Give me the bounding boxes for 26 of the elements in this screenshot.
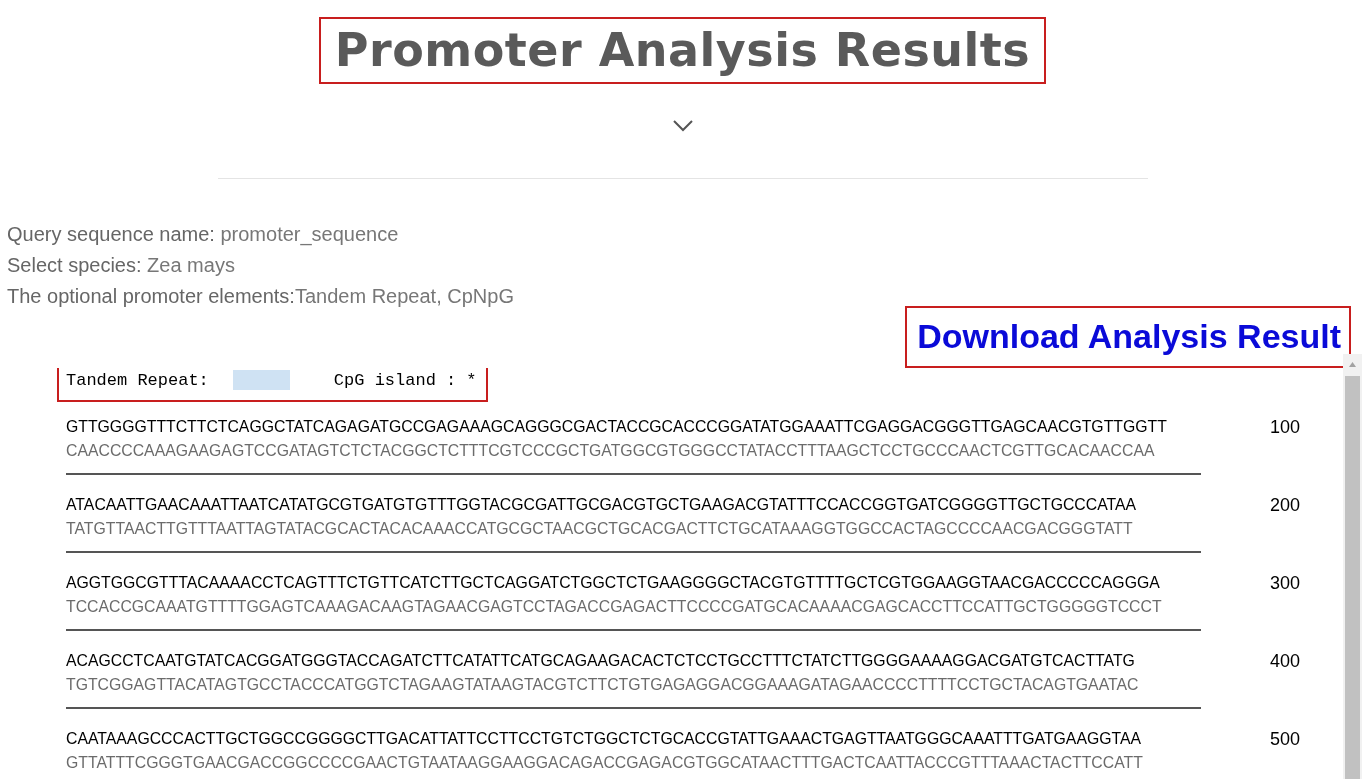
forward-sequence: CAATAAAGCCCACTTGCTGGCCGGGGCTTGACATTATTCCTTCCTGTCTGGCTCTGCACCGTATTGAAACTGAGTTAATGGGCAAATTTGATGAAGGTAA [66,729,1143,749]
download-link[interactable]: Download Analysis Result [905,306,1351,368]
reverse-sequence: TGTCGGAGTTACATAGTGCCTACCCATGGTCTAGAAGTATAAGTACGTCTTCTGTGAGAGGACGGAAAGATAGAACCCCTTTTCCTGCTACAGTGAATAC [66,675,1140,695]
forward-sequence: AGGTGGCGTTTACAAAACCTCAGTTTCTGTTCATCTTGCTCAGGATCTGGCTCTGAAGGGGCTACGTGTTTTGCTCGTGGAAGGTAACGACCCCCAGGGA [66,573,1161,593]
info-line: Select species: Zea mays [7,253,236,278]
reverse-sequence: CAACCCCAAAGAAGAGTCCGATAGTCTCTACGGCTCTTTCGTCCCGCTGATGGCGTGGGCCTATACCTTTAAGCTCCTGCCCAACTCGTTGCACAACCAA [66,441,1156,461]
forward-sequence: ACAGCCTCAATGTATCACGGATGGGTACCAGATCTTCATATTCATGCAGAAGACACTCTCCTGCCTTTCTATCTTGGGGAAAAGGACGATGTCACTTATG [66,651,1136,671]
reverse-sequence: TCCACCGCAAATGTTTTGGAGTCAAAGACAAGTAGAACGAGTCCTAGACCGAGACTTCCCCGATGCACAAAACGAGCACCTTCCATTGCTGGGGGTCCCT [66,597,1163,617]
legend-symbol: * [466,370,477,390]
forward-sequence: ATACAATTGAACAAATTAATCATATGCGTGATGTGTTTGGTACGCGATTGCGACGTGCTGAAGACGTATTTCCACCGGTGATCGGGGTTGCTGCCCATAA [66,495,1138,515]
position-number: 300 [1268,572,1301,595]
position-number: 200 [1268,494,1301,517]
info-line: The optional promoter elements:Tandem Repeat, CpNpG [7,284,515,309]
position-number: 500 [1268,728,1301,751]
chevron-down-icon[interactable] [672,120,693,132]
page-title: Promoter Analysis Results [318,17,1047,84]
reverse-sequence: GTTATTTCGGGTGAACGACCGGCCCCGAACTGTAATAAGGAAGGACAGACCGAGACGTGGCATAACTTTGACTCAATTACCCGTTTAAACTACTTCCATT [66,753,1144,773]
scroll-thumb[interactable] [1345,376,1360,779]
forward-sequence: GTTGGGGTTTCTTCTCAGGCTATCAGAGATGCCGAGAAAGCAGGGCGACTACCGCACCCGGATATGGAAATTCGAGGACGGGTTGAGCAACGTGTTGGTT [66,417,1168,437]
legend-label: Tandem Repeat: [66,370,209,390]
reverse-sequence: TATGTTAACTTGTTTAATTAGTATACGCACTACACAAACCATGCGCTAACGCTGCACGACTTCTGCATAAAGGTGGCCACTAGCCCCAACGACGGGTATT [66,519,1134,539]
position-number: 100 [1268,416,1301,439]
legend-label: CpG island : [333,370,457,390]
info-line: Query sequence name: promoter_sequence [7,222,400,248]
position-number: 400 [1268,650,1301,673]
scrollbar[interactable] [1343,354,1362,779]
